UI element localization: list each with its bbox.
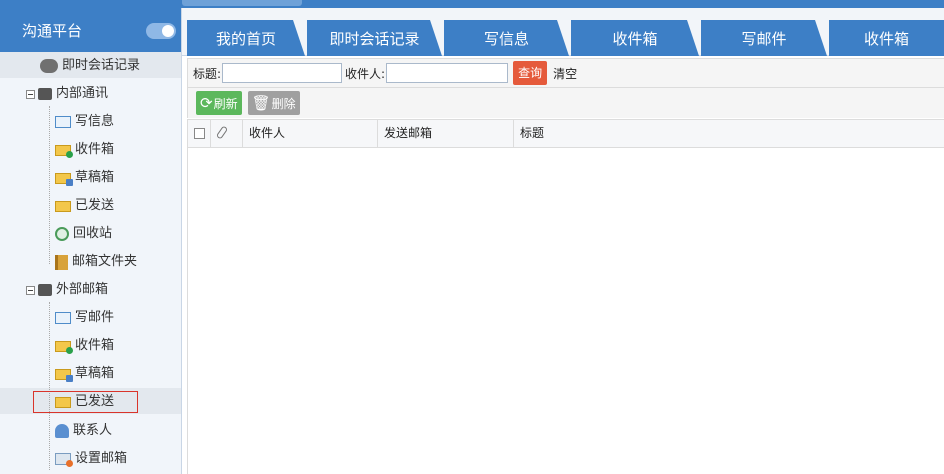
tab-write-mail[interactable]: 写邮件	[701, 20, 827, 56]
sidebar-item-label: 即时会话记录	[62, 58, 141, 73]
sidebar-item-chat-history[interactable]: 即时会话记录	[40, 54, 140, 78]
draft-icon	[55, 368, 73, 382]
refresh-label: 刷新	[213, 96, 238, 111]
tab-bar: 我的首页 即时会话记录 写信息 收件箱 写邮件 收件箱	[182, 8, 944, 56]
refresh-icon: ⟳	[200, 94, 213, 112]
tab-label: 即时会话记录	[329, 29, 420, 48]
sidebar-item-sent[interactable]: 已发送	[55, 194, 114, 218]
folder-icon	[55, 254, 68, 270]
sidebar-item-mail-settings[interactable]: 设置邮箱	[55, 447, 127, 471]
query-button[interactable]: 查询	[513, 61, 548, 85]
sent-icon	[55, 200, 71, 212]
column-sender-mailbox[interactable]: 发送邮箱	[378, 120, 514, 147]
sidebar-item-label: 内部通讯	[56, 86, 109, 101]
grid-header: 收件人 发送邮箱 标题	[187, 119, 944, 148]
sidebar-item-mail-folder[interactable]: 邮箱文件夹	[55, 250, 137, 274]
draft-icon	[55, 172, 73, 186]
tab-label: 收件箱	[863, 29, 909, 48]
sidebar-item-label: 收件箱	[75, 338, 115, 353]
mail-settings-icon	[55, 453, 73, 467]
search-bar: 标题: 收件人: 查询 清空	[187, 58, 944, 88]
tree-line	[49, 106, 50, 264]
tab-label: 写信息	[483, 29, 529, 48]
sidebar-item-contacts[interactable]: 联系人	[55, 419, 112, 443]
inbox-icon	[55, 340, 73, 354]
recipient-label: 收件人:	[345, 66, 386, 81]
tab-home[interactable]: 我的首页	[187, 20, 305, 56]
top-strip-tab	[182, 0, 302, 6]
tab-label: 我的首页	[215, 29, 276, 48]
grid-body	[187, 148, 944, 474]
sidebar-group-external[interactable]: 外部邮箱	[26, 278, 108, 302]
tree-line	[49, 302, 50, 470]
sidebar-group-internal[interactable]: 内部通讯	[26, 82, 108, 106]
sidebar-item-recycle-bin[interactable]: 回收站	[55, 222, 112, 246]
title-input[interactable]	[222, 63, 343, 83]
refresh-button[interactable]: ⟳ 刷新	[196, 91, 242, 115]
sidebar-item-label: 草稿箱	[75, 170, 115, 185]
trash-icon: 🗑	[251, 94, 271, 112]
mailbox-icon	[38, 284, 52, 296]
select-all-checkbox[interactable]	[194, 128, 205, 139]
toggle-knob	[162, 25, 174, 37]
sidebar-item-label: 收件箱	[75, 142, 115, 157]
delete-label: 删除	[271, 96, 296, 111]
contact-icon	[55, 424, 69, 438]
sidebar-item-inbox[interactable]: 收件箱	[55, 138, 114, 162]
select-all-cell	[188, 120, 211, 147]
tab-external-inbox[interactable]: 收件箱	[829, 20, 944, 56]
sidebar-item-label: 联系人	[73, 423, 113, 438]
sidebar-item-label: 邮箱文件夹	[72, 254, 138, 269]
collapse-icon[interactable]	[26, 89, 35, 99]
clear-button[interactable]: 清空	[553, 65, 577, 82]
tab-write-message[interactable]: 写信息	[444, 20, 569, 56]
top-strip	[0, 0, 944, 8]
sidebar-title: 沟通平台	[22, 21, 83, 40]
chat-bubble-icon	[40, 59, 58, 73]
write-icon	[55, 116, 71, 128]
sidebar-item-write-message[interactable]: 写信息	[55, 110, 114, 134]
sidebar-item-external-drafts[interactable]: 草稿箱	[55, 362, 114, 386]
sidebar-item-label: 已发送	[75, 198, 115, 213]
mailbox-icon	[38, 88, 52, 100]
collapse-icon[interactable]	[26, 285, 35, 295]
selection-highlight	[33, 391, 138, 413]
sidebar-item-drafts[interactable]: 草稿箱	[55, 166, 114, 190]
recipient-input[interactable]	[386, 63, 509, 83]
delete-button[interactable]: 🗑 删除	[247, 91, 300, 115]
tab-inbox[interactable]: 收件箱	[571, 20, 699, 56]
write-icon	[55, 312, 71, 324]
tab-label: 写邮件	[741, 29, 787, 48]
column-title[interactable]: 标题	[514, 120, 944, 147]
attachment-cell	[211, 120, 243, 147]
sidebar-item-label: 设置邮箱	[75, 451, 128, 466]
sidebar-item-external-inbox[interactable]: 收件箱	[55, 334, 114, 358]
sidebar-item-label: 草稿箱	[75, 366, 115, 381]
sidebar-item-label: 写邮件	[75, 310, 115, 325]
column-recipient[interactable]: 收件人	[243, 120, 378, 147]
paperclip-icon	[215, 125, 229, 140]
sidebar-item-write-mail[interactable]: 写邮件	[55, 306, 114, 330]
sidebar-item-label: 写信息	[75, 114, 115, 129]
inbox-icon	[55, 144, 73, 158]
toolbar: ⟳ 刷新 🗑 删除	[187, 88, 944, 118]
recycle-icon	[55, 227, 69, 241]
sidebar-item-label: 回收站	[73, 226, 113, 241]
tab-chat-history[interactable]: 即时会话记录	[307, 20, 442, 56]
tab-label: 收件箱	[612, 29, 658, 48]
sidebar-item-label: 外部邮箱	[56, 282, 109, 297]
sidebar-header: 沟通平台	[0, 8, 181, 52]
sidebar-toggle[interactable]	[146, 23, 176, 39]
title-label: 标题:	[193, 66, 222, 81]
